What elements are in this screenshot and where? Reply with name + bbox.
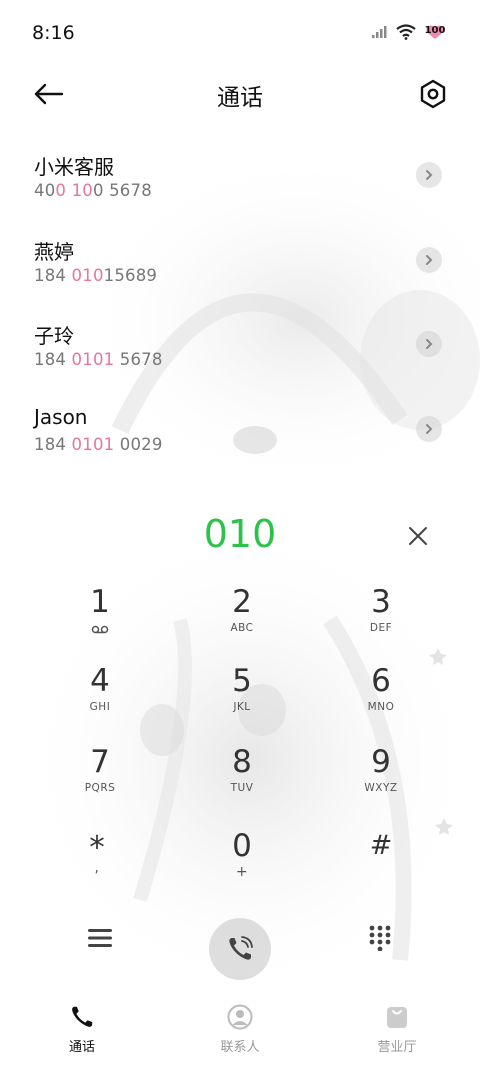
close-icon (409, 527, 427, 545)
signal-icon (372, 26, 387, 38)
key-hash[interactable]: # (331, 828, 431, 898)
key-1[interactable]: 1 (50, 584, 150, 654)
key-8[interactable]: 8 TUV (192, 744, 292, 814)
contact-number: 184 0101 0029 (34, 435, 163, 454)
tab-label: 联系人 (220, 1040, 260, 1055)
contact-detail-button[interactable] (416, 331, 442, 357)
contact-number: 184 01015689 (34, 266, 158, 285)
tab-service-hall[interactable]: 营业厅 (347, 1002, 447, 1055)
contact-detail-button[interactable] (416, 162, 442, 188)
tab-label: 通话 (68, 1040, 95, 1055)
key-3[interactable]: 3 DEF (331, 584, 431, 654)
status-icons: 100 (372, 24, 446, 40)
phone-icon (229, 936, 253, 960)
contact-number: 184 0101 5678 (34, 350, 163, 369)
key-7[interactable]: 7 PQRS (50, 744, 150, 814)
dialpad-toggle-button[interactable] (362, 920, 398, 956)
chevron-right-icon (426, 424, 433, 434)
battery-level: 100 (424, 25, 446, 36)
contact-name: Jason (34, 405, 88, 429)
contact-name: 子玲 (34, 324, 74, 348)
call-button[interactable] (209, 918, 271, 980)
dialpad-grid-icon (369, 925, 391, 951)
tab-calls[interactable]: 通话 (32, 1002, 132, 1055)
bottom-navigation: 通话 联系人 营业厅 (0, 988, 480, 1067)
tab-contacts[interactable]: 联系人 (190, 1002, 290, 1055)
key-star[interactable]: * , (47, 830, 147, 900)
contact-row[interactable]: 小米客服 400 100 5678 (0, 151, 480, 235)
contact-row[interactable]: Jason 184 0101 0029 (0, 405, 480, 489)
arrow-left-icon (34, 83, 64, 105)
hexagon-gear-icon (420, 79, 446, 109)
key-4[interactable]: 4 GHI (50, 663, 150, 733)
chevron-right-icon (426, 170, 433, 180)
contact-name: 小米客服 (34, 155, 114, 179)
voicemail-icon (91, 625, 109, 634)
person-circle-icon (227, 1004, 253, 1030)
back-button[interactable] (28, 76, 68, 112)
phone-icon (72, 1006, 93, 1027)
contact-row[interactable]: 燕婷 184 01015689 (0, 236, 480, 320)
contact-detail-button[interactable] (416, 416, 442, 442)
settings-button[interactable] (412, 74, 454, 114)
menu-icon (88, 929, 112, 947)
chevron-right-icon (426, 339, 433, 349)
contact-row[interactable]: 子玲 184 0101 5678 (0, 320, 480, 404)
list-fade (0, 455, 480, 471)
tab-label: 营业厅 (377, 1040, 417, 1055)
menu-button[interactable] (82, 920, 118, 956)
key-5[interactable]: 5 JKL (192, 663, 292, 733)
key-2[interactable]: 2 ABC (192, 584, 292, 654)
clear-button[interactable] (402, 520, 434, 552)
contact-number: 400 100 5678 (34, 181, 152, 200)
status-time: 8:16 (32, 22, 75, 44)
wifi-icon (396, 24, 416, 40)
chevron-right-icon (426, 255, 433, 265)
key-9[interactable]: 9 WXYZ (331, 744, 431, 814)
contact-name: 燕婷 (34, 240, 74, 264)
battery-icon: 100 (424, 24, 446, 40)
key-6[interactable]: 6 MNO (331, 663, 431, 733)
contact-detail-button[interactable] (416, 247, 442, 273)
shopping-bag-icon (387, 1007, 407, 1028)
key-0[interactable]: 0 + (192, 828, 292, 898)
